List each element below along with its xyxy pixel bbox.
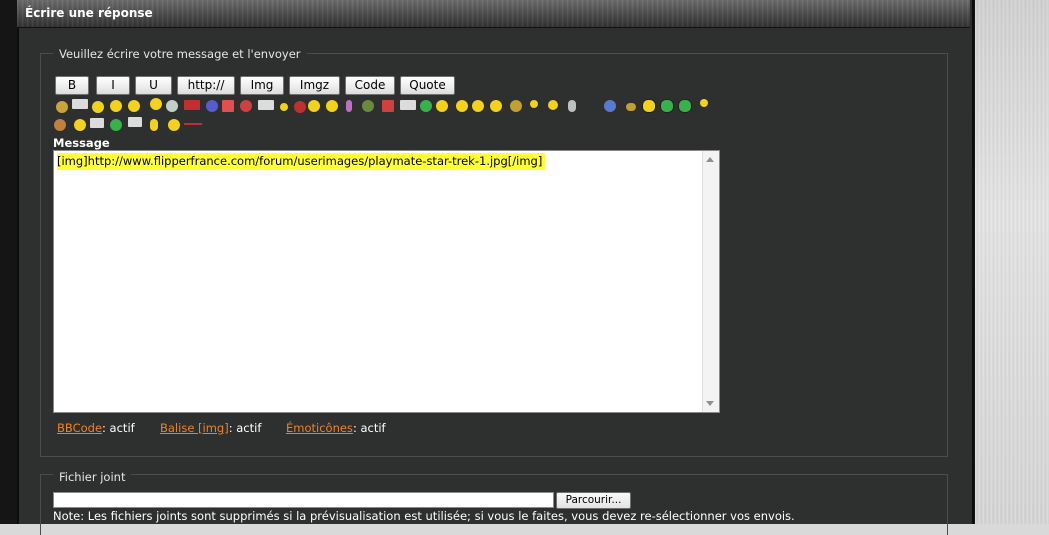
smiley-icon[interactable]: [568, 100, 576, 112]
smiley-icon[interactable]: [206, 100, 218, 112]
scroll-up-icon[interactable]: [706, 157, 714, 162]
smiley-icon[interactable]: [456, 100, 468, 112]
smiley-icon[interactable]: [678, 99, 692, 113]
smiley-icon[interactable]: [510, 100, 522, 112]
panel-title: Écrire une réponse: [25, 6, 153, 20]
message-text[interactable]: [img]http://www.flipperfrance.com/forum/…: [57, 153, 546, 170]
smiley-icon[interactable]: [472, 100, 484, 112]
sign-smiley-icon[interactable]: [128, 117, 142, 127]
smiley-icon[interactable]: [168, 119, 180, 131]
sign-smiley-icon[interactable]: [90, 118, 104, 128]
sign-smiley-icon[interactable]: [258, 100, 274, 110]
smiley-icon[interactable]: [150, 98, 162, 110]
smiley-icon[interactable]: [56, 101, 68, 113]
smiley-icon[interactable]: [604, 100, 616, 112]
img-tag-link[interactable]: Balise [img]: [160, 421, 229, 435]
img-tag-state: : actif: [228, 421, 262, 435]
message-label: Message: [53, 136, 110, 150]
smiley-icon[interactable]: [362, 100, 374, 112]
bold-button[interactable]: B: [55, 76, 89, 95]
bbcode-link[interactable]: BBCode: [57, 421, 102, 435]
smiley-icon[interactable]: [490, 100, 502, 112]
quote-button[interactable]: Quote: [400, 76, 455, 95]
smiley-icon[interactable]: [382, 100, 394, 112]
smiley-icon[interactable]: [240, 100, 252, 112]
smiley-bar: [52, 97, 722, 133]
message-fieldset-legend: Veuillez écrire votre message et l'envoy…: [53, 47, 307, 61]
smiley-icon[interactable]: [700, 99, 708, 107]
smiley-icon[interactable]: [530, 100, 538, 108]
smiley-icon[interactable]: [642, 99, 656, 113]
panel-titlebar: Écrire une réponse: [17, 0, 970, 28]
smiley-icon[interactable]: [626, 103, 636, 111]
smiley-icon[interactable]: [166, 100, 178, 112]
smiley-icon[interactable]: [294, 101, 306, 113]
attachment-note: Note: Les fichiers joints sont supprimés…: [53, 509, 795, 523]
browse-button[interactable]: Parcourir...: [556, 492, 631, 509]
attachment-fieldset-legend: Fichier joint: [53, 470, 132, 484]
emoticons-state: : actif: [352, 421, 386, 435]
smiley-icon[interactable]: [308, 100, 320, 112]
smiley-icon[interactable]: [346, 100, 352, 112]
underline-button[interactable]: U: [135, 76, 172, 95]
emoticons-link[interactable]: Émoticônes: [286, 421, 353, 435]
code-button[interactable]: Code: [345, 76, 395, 95]
smiley-icon[interactable]: [110, 100, 122, 112]
scroll-down-icon[interactable]: [706, 401, 714, 406]
italic-button[interactable]: I: [96, 76, 130, 95]
smiley-icon[interactable]: [222, 100, 234, 112]
attachment-file-input[interactable]: [53, 492, 554, 508]
imgz-button[interactable]: Imgz: [289, 76, 340, 95]
textarea-scrollbar[interactable]: [702, 151, 719, 412]
smiley-icon[interactable]: [128, 100, 140, 112]
smiley-icon[interactable]: [110, 119, 122, 131]
sign-smiley-icon[interactable]: [72, 99, 88, 109]
smiley-icon[interactable]: [548, 100, 558, 110]
smiley-icon[interactable]: [326, 100, 338, 112]
smiley-icon[interactable]: [660, 99, 674, 113]
smiley-icon[interactable]: [92, 101, 104, 113]
sign-smiley-icon[interactable]: [184, 100, 200, 110]
smiley-icon[interactable]: [150, 119, 158, 131]
smiley-icon[interactable]: [280, 103, 288, 111]
bbcode-state: : actif: [102, 421, 135, 435]
smiley-icon[interactable]: [184, 123, 202, 125]
smiley-icon[interactable]: [436, 100, 448, 112]
sign-smiley-icon[interactable]: [400, 100, 416, 110]
background-texture: [975, 0, 1049, 524]
smiley-icon[interactable]: [420, 100, 432, 112]
smiley-icon[interactable]: [54, 119, 66, 131]
message-textarea[interactable]: [img]http://www.flipperfrance.com/forum/…: [53, 150, 720, 413]
img-button[interactable]: Img: [240, 76, 284, 95]
smiley-icon[interactable]: [74, 119, 86, 131]
url-button[interactable]: http://: [177, 76, 235, 95]
